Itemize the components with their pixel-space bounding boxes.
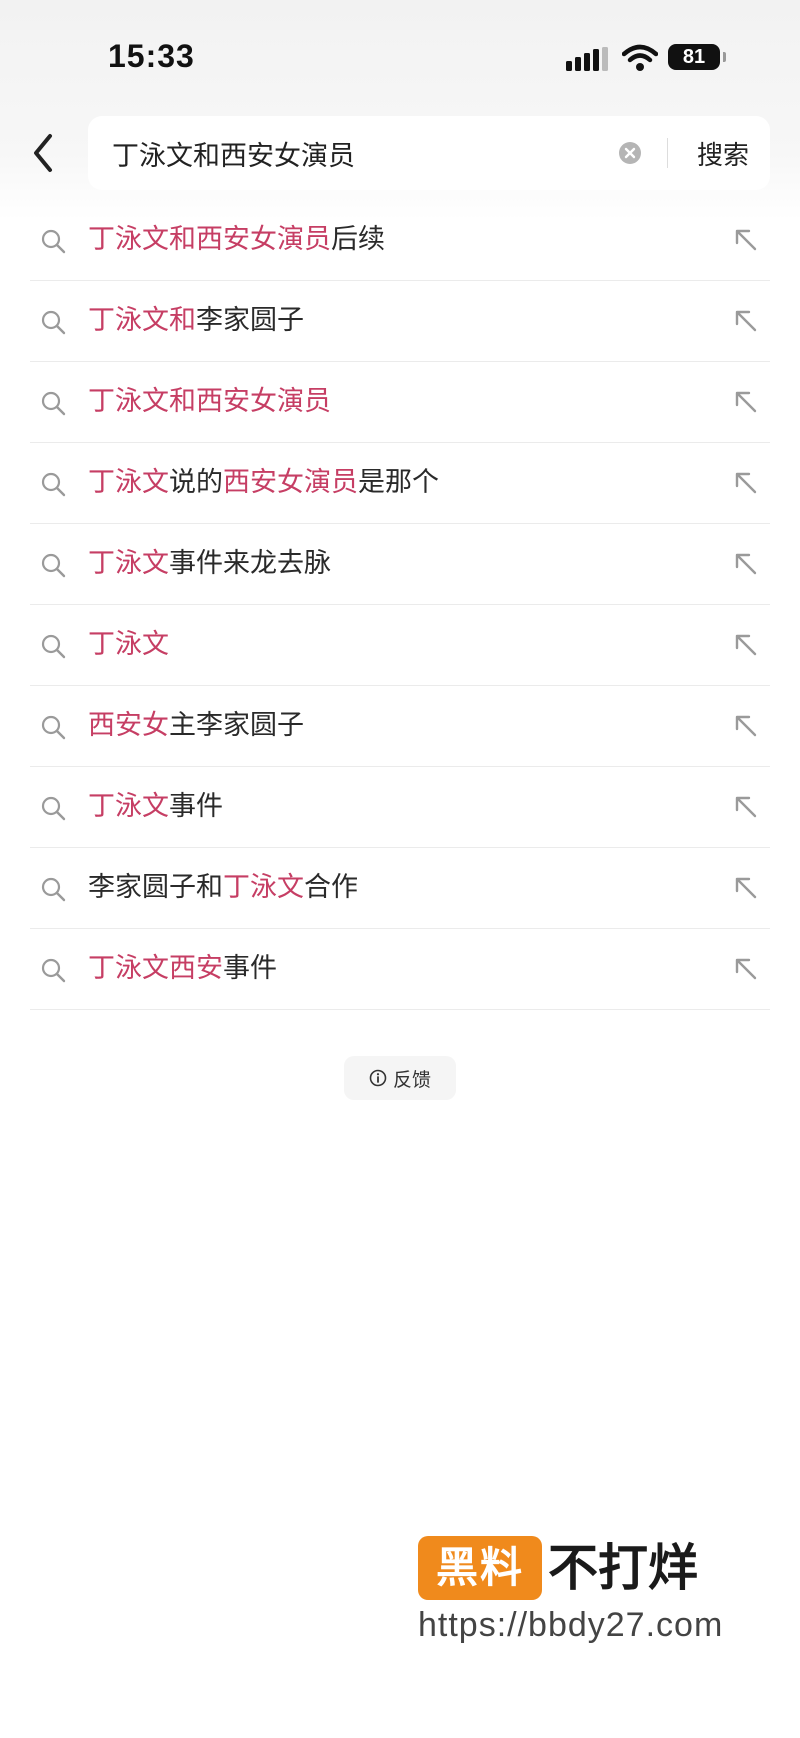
arrow-up-left-icon[interactable] (732, 469, 760, 497)
search-input[interactable] (112, 116, 592, 190)
suggestion-text: 丁泳文西安事件 (88, 929, 277, 1009)
suggestion-item[interactable]: 丁泳文和西安女演员后续 (30, 200, 770, 281)
battery-icon: 81 (668, 44, 726, 70)
search-icon (41, 715, 66, 740)
suggestion-rest: 主李家圆子 (169, 710, 304, 741)
suggestion-item[interactable]: 丁泳文和李家圆子 (30, 281, 770, 362)
arrow-up-left-icon[interactable] (732, 307, 760, 335)
suggestion-highlight: 丁泳文 (88, 548, 169, 579)
search-icon (41, 877, 66, 902)
feedback-button[interactable]: 反馈 (344, 1056, 456, 1100)
suggestion-text: 丁泳文事件来龙去脉 (88, 524, 331, 604)
arrow-up-left-icon[interactable] (732, 955, 760, 983)
suggestion-prefix: 李家圆子和 (88, 872, 223, 903)
suggestion-highlight: 丁泳文 (88, 467, 169, 498)
suggestion-text: 李家圆子和丁泳文合作 (88, 848, 358, 928)
suggestion-item[interactable]: 西安女主李家圆子 (30, 686, 770, 767)
search-divider (667, 138, 668, 168)
search-icon (41, 391, 66, 416)
signal-icon (566, 47, 608, 71)
search-icon (41, 310, 66, 335)
watermark-url: https://bbdy27.com (418, 1606, 724, 1644)
suggestion-list: 丁泳文和西安女演员后续 丁泳文和李家圆子 丁泳文和西安女演员 丁泳文说的西安女演… (0, 200, 800, 1010)
search-icon (41, 634, 66, 659)
arrow-up-left-icon[interactable] (732, 388, 760, 416)
watermark-logo-box: 黑料 (418, 1536, 542, 1600)
suggestion-item[interactable]: 丁泳文说的西安女演员是那个 (30, 443, 770, 524)
clear-circle-icon[interactable] (618, 141, 642, 165)
arrow-up-left-icon[interactable] (732, 712, 760, 740)
suggestion-text: 丁泳文和西安女演员后续 (88, 200, 385, 280)
feedback-label: 反馈 (392, 1068, 431, 1091)
suggestion-text: 丁泳文 (88, 605, 169, 685)
suggestion-highlight: 丁泳文和西安女演员 (88, 224, 331, 255)
suggestion-highlight: 西安女 (88, 710, 169, 741)
search-icon (41, 553, 66, 578)
suggestion-text: 丁泳文和李家圆子 (88, 281, 304, 361)
suggestion-rest: 事件 (223, 953, 277, 984)
suggestion-highlight: 丁泳文和 (88, 305, 196, 336)
search-button[interactable]: 搜索 (680, 116, 766, 190)
suggestion-item[interactable]: 丁泳文和西安女演员 (30, 362, 770, 443)
suggestion-text: 丁泳文说的西安女演员是那个 (88, 443, 439, 523)
arrow-up-left-icon[interactable] (732, 550, 760, 578)
suggestion-item[interactable]: 丁泳文 (30, 605, 770, 686)
arrow-up-left-icon[interactable] (732, 793, 760, 821)
suggestion-item[interactable]: 丁泳文西安事件 (30, 929, 770, 1010)
suggestion-text: 西安女主李家圆子 (88, 686, 304, 766)
suggestion-text: 丁泳文事件 (88, 767, 223, 847)
status-time: 15:33 (108, 38, 195, 74)
suggestion-rest: 说的 (169, 467, 223, 498)
suggestion-rest: 合作 (304, 872, 358, 903)
watermark: 黑料 不打烊 https://bbdy27.com (418, 1536, 758, 1646)
suggestion-highlight: 丁泳文 (88, 629, 169, 660)
wifi-icon (622, 44, 658, 71)
suggestion-highlight: 西安女演员 (223, 467, 358, 498)
suggestion-highlight: 丁泳文 (223, 872, 304, 903)
suggestion-rest: 是那个 (358, 467, 439, 498)
search-icon (41, 796, 66, 821)
search-box: 搜索 (88, 116, 770, 190)
search-icon (41, 958, 66, 983)
suggestion-text: 丁泳文和西安女演员 (88, 362, 331, 442)
suggestion-highlight: 丁泳文 (88, 791, 169, 822)
suggestion-item[interactable]: 丁泳文事件来龙去脉 (30, 524, 770, 605)
suggestion-highlight: 丁泳文和西安女演员 (88, 386, 331, 417)
suggestion-highlight: 丁泳文西安 (88, 953, 223, 984)
search-icon (41, 229, 66, 254)
arrow-up-left-icon[interactable] (732, 874, 760, 902)
chevron-left-icon[interactable] (24, 128, 64, 178)
suggestion-item[interactable]: 丁泳文事件 (30, 767, 770, 848)
suggestion-rest: 事件 (169, 791, 223, 822)
suggestion-rest: 事件来龙去脉 (169, 548, 331, 579)
status-bar: 15:33 81 (0, 0, 800, 110)
info-circle-icon (369, 1069, 387, 1087)
suggestion-item[interactable]: 李家圆子和丁泳文合作 (30, 848, 770, 929)
arrow-up-left-icon[interactable] (732, 226, 760, 254)
search-icon (41, 472, 66, 497)
suggestion-rest: 后续 (331, 224, 385, 255)
watermark-logo-text: 不打烊 (548, 1539, 698, 1597)
arrow-up-left-icon[interactable] (732, 631, 760, 659)
suggestion-rest: 李家圆子 (196, 305, 304, 336)
